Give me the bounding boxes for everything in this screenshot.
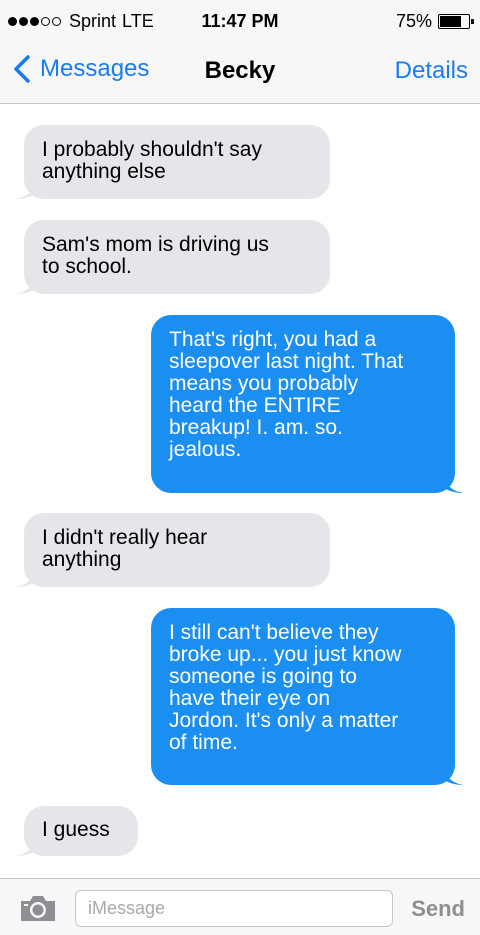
message-line: means you probably: [169, 372, 359, 395]
details-button[interactable]: Details: [395, 57, 468, 85]
incoming-message-bubble[interactable]: I probably shouldn't say anything else: [15, 125, 330, 199]
outgoing-message-bubble[interactable]: I still can't believe they broke up... y…: [151, 608, 464, 785]
bubble-tail: [15, 270, 39, 294]
message-line: breakup! I. am. so.: [169, 416, 343, 439]
battery-icon: [438, 14, 474, 29]
message-line: have their eye on: [169, 687, 331, 710]
message-line: anything else: [42, 160, 166, 183]
battery-group: 75%: [395, 11, 474, 32]
imessage-input[interactable]: [75, 890, 393, 927]
message-line: to school.: [42, 255, 132, 278]
message-line: broke up... you just know: [169, 643, 402, 666]
message-line: I probably shouldn't say: [42, 138, 262, 161]
camera-icon[interactable]: [18, 893, 58, 923]
message-line: I didn't really hear: [42, 526, 208, 549]
message-line: someone is going to: [169, 665, 357, 688]
bubble-tail: [440, 761, 464, 785]
send-button[interactable]: Send: [411, 896, 465, 922]
message-line: heard the ENTIRE: [169, 394, 341, 417]
bubble-tail: [15, 175, 39, 199]
message-line: Sam's mom is driving us: [42, 233, 269, 256]
status-bar: Sprint LTE 11:47 PM 75%: [0, 0, 480, 40]
message-line: sleepover last night. That: [169, 350, 404, 373]
message-line: I guess: [42, 818, 110, 841]
message-line: That's right, you had a: [169, 328, 377, 351]
message-line: jealous.: [169, 438, 242, 461]
message-line: Jordon. It's only a matter: [169, 709, 399, 732]
battery-tip: [471, 19, 474, 24]
compose-bar: Send: [0, 878, 480, 935]
message-line: of time.: [169, 731, 238, 754]
message-line: anything: [42, 548, 122, 571]
battery-percent: 75%: [395, 11, 432, 31]
outgoing-message-bubble[interactable]: That's right, you had a sleepover last n…: [151, 315, 464, 493]
bubble-tail: [440, 469, 464, 493]
nav-bar: Messages Becky Details: [0, 40, 480, 104]
incoming-message-bubble[interactable]: I didn't really hear anything: [15, 513, 330, 587]
battery-fill: [440, 16, 461, 27]
message-line: I still can't believe they: [169, 621, 379, 644]
bubble-tail: [15, 563, 39, 587]
incoming-message-bubble[interactable]: I guess: [15, 806, 138, 856]
bubble-tail: [15, 832, 39, 856]
incoming-message-bubble[interactable]: Sam's mom is driving us to school.: [15, 220, 330, 294]
